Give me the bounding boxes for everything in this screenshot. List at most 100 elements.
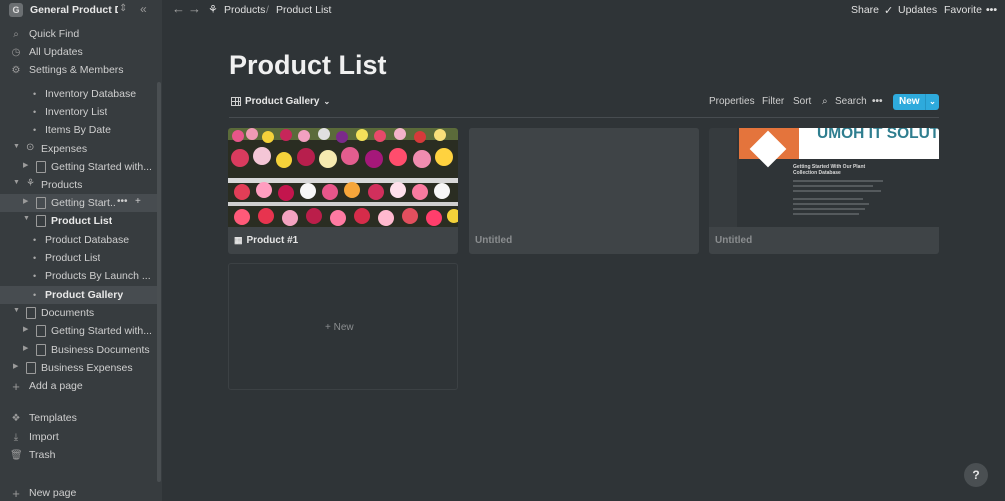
document-preview-cover: UMOH IT SOLUTIONS Getting Started With O… bbox=[709, 128, 939, 227]
sidebar-scrollbar[interactable] bbox=[157, 82, 161, 482]
chevron-down-icon: ⌄ bbox=[323, 97, 331, 106]
caret-right-icon[interactable]: ▶ bbox=[23, 344, 28, 352]
sidebar-item-documents[interactable]: ▼ Documents bbox=[0, 304, 157, 322]
image-icon: ▦ bbox=[234, 235, 243, 245]
page-icon bbox=[36, 161, 46, 173]
preview-line bbox=[793, 198, 863, 200]
sidebar-item-products-by-launch[interactable]: • Products By Launch ... bbox=[0, 267, 157, 285]
filter-button[interactable]: Filter bbox=[762, 96, 784, 107]
chevron-down-icon[interactable]: ⌄ bbox=[925, 94, 939, 110]
bullet-icon: • bbox=[33, 271, 37, 281]
sidebar-item-expenses[interactable]: ▼ ⊙ Expenses bbox=[0, 140, 157, 158]
new-button-label: New bbox=[899, 96, 920, 107]
sidebar-item-trash[interactable]: 🗑 Trash bbox=[0, 446, 162, 464]
search-icon: ⌕ bbox=[822, 96, 828, 107]
preview-line bbox=[793, 190, 881, 192]
view-name: Product Gallery bbox=[245, 96, 320, 107]
sidebar-item-product-list-view[interactable]: • Product List bbox=[0, 249, 157, 267]
toolbar-divider bbox=[229, 117, 939, 118]
help-button[interactable]: ? bbox=[964, 463, 988, 487]
sidebar: G General Product D... ⇕ « ⌕ Quick Find … bbox=[0, 0, 162, 501]
sidebar-item-product-gallery[interactable]: • Product Gallery bbox=[0, 286, 157, 304]
sidebar-item-label: Inventory List bbox=[45, 106, 108, 118]
caret-down-icon[interactable]: ▼ bbox=[13, 307, 20, 314]
sidebar-item-settings[interactable]: ⚙ Settings & Members bbox=[0, 61, 162, 79]
import-icon: ⤓ bbox=[13, 431, 19, 443]
sidebar-item-items-by-date[interactable]: • Items By Date bbox=[0, 121, 157, 139]
new-page-button[interactable]: + New page bbox=[0, 484, 162, 501]
updates-button[interactable]: Updates bbox=[898, 4, 937, 16]
search-icon: ⌕ bbox=[13, 28, 19, 40]
sidebar-item-business-expenses[interactable]: ▶ Business Expenses bbox=[0, 359, 157, 377]
caret-right-icon[interactable]: ▶ bbox=[23, 197, 28, 205]
breadcrumb-products[interactable]: Products bbox=[224, 4, 265, 16]
coin-icon: ⊙ bbox=[26, 142, 35, 153]
caret-down-icon[interactable]: ▼ bbox=[13, 179, 20, 186]
new-card-button[interactable]: + New bbox=[228, 263, 458, 390]
new-card-label: + New bbox=[325, 322, 354, 333]
share-button[interactable]: Share bbox=[851, 4, 879, 16]
sidebar-item-products[interactable]: ▼ ⚘ Products bbox=[0, 176, 157, 194]
sidebar-item-inventory-database[interactable]: • Inventory Database bbox=[0, 85, 157, 103]
properties-button[interactable]: Properties bbox=[709, 96, 755, 107]
gallery-card[interactable]: UMOH IT SOLUTIONS Getting Started With O… bbox=[709, 128, 939, 254]
sidebar-item-label: Inventory Database bbox=[45, 88, 137, 100]
trash-icon: 🗑 bbox=[10, 449, 23, 461]
view-more-icon[interactable]: ••• bbox=[872, 96, 883, 107]
sidebar-item-label: Product Database bbox=[45, 234, 130, 246]
gallery-card[interactable]: ▦ Product #1 bbox=[228, 128, 458, 254]
page-title: Product List bbox=[229, 50, 387, 80]
caret-down-icon[interactable]: ▼ bbox=[13, 143, 20, 150]
card-title-text: Product #1 bbox=[246, 235, 299, 246]
sidebar-item-label: All Updates bbox=[29, 46, 83, 58]
sidebar-item-quick-find[interactable]: ⌕ Quick Find bbox=[0, 25, 162, 43]
sidebar-item-import[interactable]: ⤓ Import bbox=[0, 428, 162, 446]
more-options-icon[interactable]: ••• bbox=[986, 4, 997, 16]
plus-icon: + bbox=[12, 485, 20, 501]
workspace-switcher[interactable]: G General Product D... ⇕ « bbox=[0, 0, 162, 20]
sidebar-item-templates[interactable]: ❖ Templates bbox=[0, 409, 162, 427]
bullet-icon: • bbox=[33, 125, 37, 135]
caret-right-icon[interactable]: ▶ bbox=[23, 325, 28, 333]
search-button[interactable]: Search bbox=[835, 96, 867, 107]
add-page-label: Add a page bbox=[29, 380, 83, 392]
sidebar-item-label: Trash bbox=[29, 449, 56, 461]
sidebar-item-label: Expenses bbox=[41, 143, 88, 155]
sort-button[interactable]: Sort bbox=[793, 96, 811, 107]
more-actions-icon[interactable]: ••• bbox=[117, 196, 128, 207]
add-subpage-icon[interactable]: + bbox=[135, 196, 141, 207]
caret-right-icon[interactable]: ▶ bbox=[13, 362, 18, 370]
sidebar-item-product-list[interactable]: ▼ Product List bbox=[0, 212, 157, 230]
workspace-name: General Product D... bbox=[30, 4, 118, 16]
add-page-button[interactable]: + Add a page bbox=[0, 377, 162, 395]
sidebar-item-getting-started-expenses[interactable]: ▶ Getting Started with... bbox=[0, 158, 157, 176]
sidebar-item-business-documents[interactable]: ▶ Business Documents bbox=[0, 341, 157, 359]
caret-down-icon[interactable]: ▼ bbox=[23, 215, 30, 222]
new-item-button[interactable]: New ⌄ bbox=[893, 94, 939, 110]
sidebar-item-product-database[interactable]: • Product Database bbox=[0, 231, 157, 249]
favorite-button[interactable]: Favorite bbox=[944, 4, 982, 16]
preview-line bbox=[793, 180, 883, 182]
preview-heading: Getting Started With Our Plant Collectio… bbox=[793, 164, 866, 176]
card-title: ▦ Product #1 bbox=[234, 235, 298, 246]
caret-right-icon[interactable]: ▶ bbox=[23, 161, 28, 169]
breadcrumb-product-list[interactable]: Product List bbox=[276, 4, 331, 16]
collapse-sidebar-icon[interactable]: « bbox=[140, 2, 147, 16]
view-selector[interactable]: Product Gallery ⌄ bbox=[231, 96, 330, 107]
bullet-icon: • bbox=[33, 107, 37, 117]
preview-line bbox=[793, 185, 873, 187]
sidebar-item-label: Import bbox=[29, 431, 59, 443]
sidebar-item-all-updates[interactable]: ◷ All Updates bbox=[0, 43, 162, 61]
forward-arrow-icon[interactable]: → bbox=[188, 1, 201, 16]
sidebar-item-inventory-list[interactable]: • Inventory List bbox=[0, 103, 157, 121]
bullet-icon: • bbox=[33, 253, 37, 263]
check-icon: ✓ bbox=[884, 5, 894, 17]
flowers-cover-image bbox=[228, 128, 458, 227]
sidebar-item-getting-started-documents[interactable]: ▶ Getting Started with... bbox=[0, 322, 157, 340]
preview-line bbox=[793, 213, 859, 215]
gallery-card[interactable]: Untitled bbox=[469, 128, 699, 254]
preview-line bbox=[793, 208, 865, 210]
sidebar-item-getting-started-products[interactable]: ▶ Getting Start... ••• + bbox=[0, 194, 157, 212]
back-arrow-icon[interactable]: ← bbox=[172, 1, 185, 16]
bullet-icon: • bbox=[33, 235, 37, 245]
